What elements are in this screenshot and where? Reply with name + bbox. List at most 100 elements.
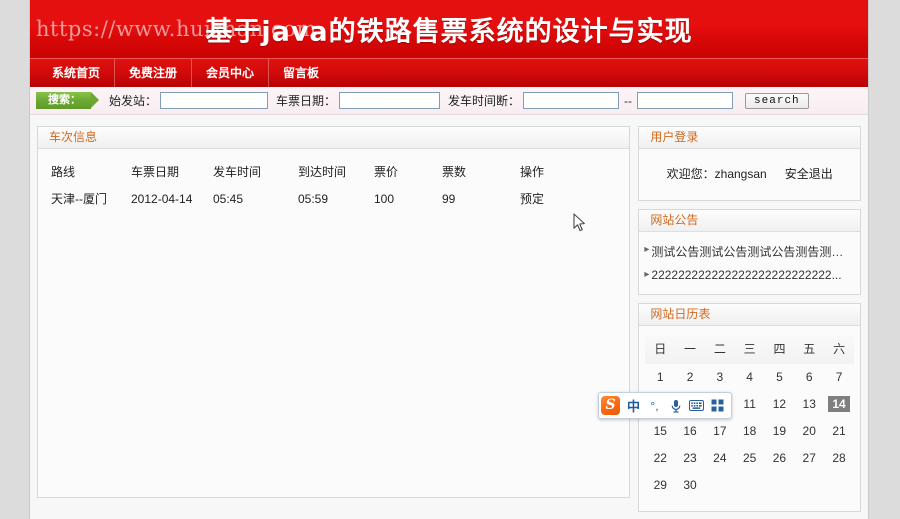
calendar-day-cell: 16	[675, 418, 705, 445]
calendar-day[interactable]: 26	[768, 450, 790, 466]
search-button[interactable]: search	[745, 92, 809, 109]
calendar-day-cell: 21	[824, 418, 854, 445]
depart-time-from-input[interactable]	[523, 92, 620, 109]
weekday-tue: 二	[704, 334, 735, 364]
chevron-right-icon: ▸	[644, 269, 650, 280]
calendar-day[interactable]: 19	[768, 423, 790, 439]
microphone-icon[interactable]	[666, 396, 685, 415]
calendar-day[interactable]: 18	[739, 423, 761, 439]
calendar-day-today[interactable]: 14	[828, 396, 851, 412]
cell-depart: 05:45	[213, 191, 244, 206]
col-date: 车票日期	[131, 165, 180, 179]
ticket-date-input[interactable]	[339, 92, 441, 109]
cell-action: 预定	[520, 188, 629, 213]
calendar-day[interactable]: 6	[798, 369, 820, 385]
title-suffix: 的铁路售票系统的设计与实现	[328, 16, 693, 48]
book-ticket-link[interactable]: 预定	[520, 192, 544, 206]
punctuation-mode-icon[interactable]: °,	[645, 396, 664, 415]
page-title: 基于java的铁路售票系统的设计与实现	[205, 10, 692, 49]
calendar-empty-cell	[735, 472, 765, 499]
calendar-day-cell: 17	[705, 418, 735, 445]
train-table: 路线 车票日期 发车时间 到达时间 票价 票数 操作 天津--厦门 2012-0…	[38, 159, 629, 213]
notice-text: 测试公告测试公告测试公告测告测…	[651, 245, 844, 259]
ime-toolbar[interactable]: S 中 °,	[598, 392, 732, 419]
calendar-day-cell: 13	[794, 391, 824, 418]
nav-item-message-board[interactable]: 留言板	[269, 59, 333, 87]
search-tab-label: 搜索：	[36, 92, 99, 109]
calendar-day-cell: 5	[765, 364, 795, 391]
user-login-panel-title: 用户登录	[639, 127, 860, 149]
nav-item-register[interactable]: 免费注册	[115, 59, 193, 87]
calendar-day[interactable]: 15	[649, 423, 671, 439]
cell-route: 天津--厦门	[51, 192, 107, 206]
sogou-logo-icon[interactable]: S	[601, 396, 620, 415]
col-action: 操作	[520, 165, 545, 179]
calendar-day-cell: 26	[765, 445, 795, 472]
calendar-day[interactable]: 2	[679, 369, 701, 385]
calendar-day[interactable]: 3	[709, 369, 731, 385]
train-info-panel-body: 路线 车票日期 发车时间 到达时间 票价 票数 操作 天津--厦门 2012-0…	[38, 149, 629, 213]
calendar-day-cell: 12	[765, 391, 795, 418]
calendar-day[interactable]: 1	[649, 369, 671, 385]
calendar-day-cell: 29	[645, 472, 675, 499]
calendar-weekday-row: 日 一 二 三 四 五 六	[645, 334, 854, 364]
calendar-day[interactable]: 13	[798, 396, 820, 412]
calendar-day[interactable]: 24	[709, 450, 731, 466]
calendar-empty-cell	[794, 472, 824, 499]
title-highlight: java	[261, 16, 329, 48]
apps-icon[interactable]	[708, 396, 727, 415]
calendar-empty-cell	[765, 472, 795, 499]
calendar-day[interactable]: 11	[739, 396, 761, 412]
calendar-day[interactable]: 28	[828, 450, 850, 466]
calendar-day-cell: 2	[675, 364, 705, 391]
notice-panel: 网站公告 ▸ 测试公告测试公告测试公告测告测… ▸ 22222222222222…	[638, 209, 861, 295]
notice-panel-title: 网站公告	[639, 210, 860, 232]
calendar-panel-title: 网站日历表	[639, 304, 860, 326]
calendar-day[interactable]: 17	[709, 423, 731, 439]
origin-station-input[interactable]	[160, 92, 269, 109]
site-banner: https://www.huizhan.com 基于java的铁路售票系统的设计…	[30, 0, 868, 58]
calendar-day[interactable]: 5	[768, 369, 790, 385]
calendar-day[interactable]: 4	[739, 369, 761, 385]
calendar-day[interactable]: 22	[649, 450, 671, 466]
calendar-day[interactable]: 23	[679, 450, 701, 466]
calendar-day-cell: 19	[765, 418, 795, 445]
calendar-empty-cell	[824, 472, 854, 499]
calendar-week-row: 15 16 17 18 19 20 21	[645, 418, 854, 445]
calendar-day[interactable]: 29	[649, 477, 671, 493]
calendar-day-cell: 27	[794, 445, 824, 472]
calendar-day[interactable]: 25	[739, 450, 761, 466]
col-depart: 发车时间	[213, 165, 262, 179]
calendar-day-cell: 25	[735, 445, 765, 472]
col-price: 票价	[374, 165, 399, 179]
calendar-day-cell: 28	[824, 445, 854, 472]
weekday-wed: 三	[734, 334, 765, 364]
train-info-panel-title: 车次信息	[38, 127, 630, 149]
keyboard-icon[interactable]	[687, 396, 706, 415]
calendar-day[interactable]: 20	[798, 423, 820, 439]
calendar-day[interactable]: 16	[679, 423, 701, 439]
calendar-day-cell: 30	[675, 472, 705, 499]
calendar-day-cell: 4	[735, 364, 765, 391]
content-area: 车次信息 路线 车票日期 发车时间 到达时间 票价 票数 操作 天津--厦门 2…	[30, 115, 868, 515]
depart-time-to-input[interactable]	[637, 92, 734, 109]
col-route: 路线	[51, 165, 76, 179]
depart-time-range-label: 发车时间断：	[448, 94, 521, 108]
calendar-day-cell: 14	[824, 391, 854, 418]
cell-price: 100	[374, 191, 395, 206]
weekday-fri: 五	[794, 334, 825, 364]
list-item[interactable]: ▸ 222222222222222222222222222...	[639, 264, 860, 286]
ime-language-mode-button[interactable]: 中	[624, 396, 643, 415]
calendar-day[interactable]: 7	[828, 369, 850, 385]
list-item[interactable]: ▸ 测试公告测试公告测试公告测告测…	[639, 239, 860, 264]
main-column: 车次信息 路线 车票日期 发车时间 到达时间 票价 票数 操作 天津--厦门 2…	[37, 126, 631, 515]
calendar-day[interactable]: 30	[679, 477, 701, 493]
train-info-panel: 车次信息 路线 车票日期 发车时间 到达时间 票价 票数 操作 天津--厦门 2…	[37, 126, 631, 498]
nav-item-home[interactable]: 系统首页	[38, 59, 116, 87]
calendar-day[interactable]: 12	[768, 396, 790, 412]
table-header-row: 路线 车票日期 发车时间 到达时间 票价 票数 操作	[38, 159, 629, 188]
calendar-day[interactable]: 21	[828, 423, 850, 439]
logout-link[interactable]: 安全退出	[785, 167, 833, 181]
calendar-day[interactable]: 27	[798, 450, 820, 466]
nav-item-member-center[interactable]: 会员中心	[192, 59, 270, 87]
